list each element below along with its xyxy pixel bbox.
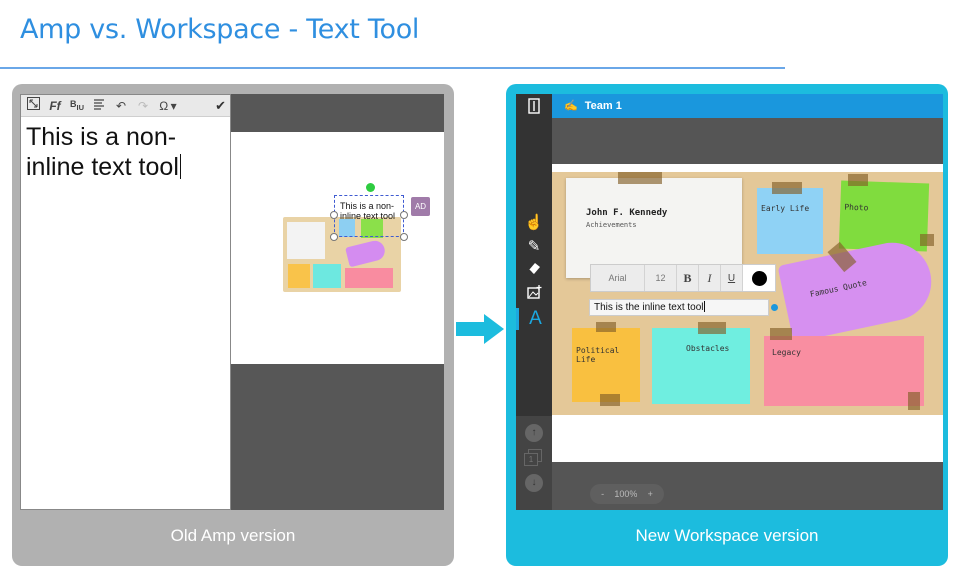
zoom-in-button[interactable]: + bbox=[648, 489, 653, 499]
rotate-handle[interactable] bbox=[366, 183, 375, 192]
bold-button[interactable]: B bbox=[677, 265, 699, 291]
note-label: Political Life bbox=[576, 346, 620, 364]
tool-sidebar: ☝ ✎ A ↑ 1 ↓ bbox=[516, 94, 552, 510]
mini-note-orange bbox=[288, 264, 310, 288]
old-amp-panel: Ff BIU ↶ ↷ Ω ▾ ✔ This is a non- inline t… bbox=[12, 84, 454, 566]
old-panel-caption: Old Amp version bbox=[170, 526, 296, 545]
text-tool-icon[interactable]: A bbox=[516, 308, 552, 330]
tape-strip bbox=[698, 322, 726, 334]
eraser-tool-icon[interactable] bbox=[516, 260, 552, 282]
mini-note-pink bbox=[345, 268, 393, 288]
inline-text-handle[interactable] bbox=[771, 304, 778, 311]
text-format-bar: Arial 12 B I U bbox=[590, 264, 776, 292]
font-icon[interactable]: Ff bbox=[47, 98, 63, 114]
text-color-picker[interactable] bbox=[743, 265, 775, 291]
pointer-tool-icon[interactable]: ☝ bbox=[516, 212, 552, 234]
tape-strip bbox=[618, 172, 662, 184]
workspace-canvas[interactable]: John F. Kennedy Achievements Early Life … bbox=[552, 164, 943, 462]
check-icon[interactable]: ✔ bbox=[215, 98, 226, 114]
exit-icon[interactable] bbox=[516, 98, 552, 121]
layer-up-icon[interactable]: ↑ bbox=[525, 424, 543, 442]
note-label: Photo bbox=[844, 202, 869, 213]
title-divider bbox=[0, 67, 785, 69]
text-caret bbox=[179, 154, 181, 179]
redo-icon[interactable]: ↷ bbox=[135, 98, 151, 114]
note-legacy: Legacy bbox=[764, 336, 924, 406]
tape-strip bbox=[596, 322, 616, 332]
page-title: Amp vs. Workspace - Text Tool bbox=[20, 14, 420, 45]
mini-paper-note bbox=[287, 222, 325, 259]
tape-strip bbox=[600, 394, 620, 406]
zoom-out-button[interactable]: - bbox=[601, 489, 604, 499]
underline-button[interactable]: U bbox=[721, 265, 743, 291]
note-label: Early Life bbox=[761, 204, 810, 213]
fit-icon[interactable] bbox=[25, 97, 41, 114]
zoom-level: 100% bbox=[614, 489, 638, 499]
style-icon[interactable]: BIU bbox=[69, 96, 85, 116]
align-icon[interactable] bbox=[91, 98, 107, 114]
edit-icon[interactable]: ✍ bbox=[564, 100, 578, 112]
editor-text-line: This is a non- bbox=[26, 123, 177, 151]
mini-note-cyan bbox=[313, 264, 341, 288]
editor-text-line-content: inline text tool bbox=[26, 153, 179, 181]
old-canvas[interactable]: This is a non-inline text tool AD bbox=[231, 132, 444, 364]
font-size-select[interactable]: 12 bbox=[645, 265, 677, 291]
selected-text: This is a non-inline text tool bbox=[340, 201, 396, 221]
workspace-screen: ☝ ✎ A ↑ 1 ↓ ✍ Team 1 John F. Kennedy Ach… bbox=[516, 94, 943, 510]
resize-handle[interactable] bbox=[330, 233, 338, 241]
editor-text-line: inline text tool bbox=[26, 152, 225, 182]
page: Amp vs. Workspace - Text Tool Ff BIU ↶ ↷… bbox=[0, 0, 960, 580]
editor-toolbar: Ff BIU ↶ ↷ Ω ▾ ✔ bbox=[21, 95, 230, 117]
team-title: Team 1 bbox=[584, 100, 622, 112]
note-label: Famous Quote bbox=[809, 278, 868, 299]
new-workspace-panel: ☝ ✎ A ↑ 1 ↓ ✍ Team 1 John F. Kennedy Ach… bbox=[506, 84, 948, 566]
tape-strip bbox=[770, 328, 792, 340]
undo-icon[interactable]: ↶ bbox=[113, 98, 129, 114]
italic-button[interactable]: I bbox=[699, 265, 721, 291]
tape-strip bbox=[908, 392, 920, 410]
mini-tag-purple bbox=[345, 238, 387, 268]
layer-controls: ↑ 1 ↓ bbox=[516, 416, 552, 510]
tape-strip bbox=[920, 234, 934, 246]
avatar[interactable]: AD bbox=[411, 197, 430, 216]
old-amp-screen: Ff BIU ↶ ↷ Ω ▾ ✔ This is a non- inline t… bbox=[20, 94, 444, 510]
note-label: Obstacles bbox=[686, 344, 730, 353]
inline-text-value: This is the inline text tool bbox=[594, 302, 704, 313]
paper-subtitle: Achievements bbox=[586, 221, 637, 229]
workspace-header: ✍ Team 1 bbox=[552, 94, 943, 118]
paper-title: John F. Kennedy bbox=[586, 208, 668, 218]
text-caret bbox=[703, 301, 705, 312]
editor-text-area[interactable]: This is a non- inline text tool bbox=[21, 117, 230, 187]
zoom-control: - 100% + bbox=[590, 484, 664, 504]
corkboard: John F. Kennedy Achievements Early Life … bbox=[552, 172, 943, 415]
font-family-select[interactable]: Arial bbox=[591, 265, 645, 291]
arrow-right-icon bbox=[456, 314, 504, 349]
note-obstacles: Obstacles bbox=[652, 328, 750, 404]
new-panel-caption: New Workspace version bbox=[635, 526, 819, 545]
tape-strip bbox=[772, 182, 802, 194]
inline-text-input[interactable]: This is the inline text tool bbox=[589, 299, 769, 316]
tape-strip bbox=[848, 174, 868, 186]
resize-handle[interactable] bbox=[330, 211, 338, 219]
image-tool-icon[interactable] bbox=[516, 284, 552, 306]
resize-handle[interactable] bbox=[400, 233, 408, 241]
color-swatch bbox=[751, 270, 767, 286]
layer-stack-icon[interactable]: 1 bbox=[524, 449, 544, 467]
note-photo: Photo bbox=[838, 180, 930, 252]
note-political-life: Political Life bbox=[572, 328, 640, 402]
note-label: Legacy bbox=[772, 348, 801, 357]
note-early-life: Early Life bbox=[757, 188, 823, 254]
selected-text-box[interactable]: This is a non-inline text tool bbox=[330, 183, 408, 241]
paper-note: John F. Kennedy Achievements bbox=[566, 172, 742, 278]
layer-count: 1 bbox=[524, 453, 538, 466]
pen-tool-icon[interactable]: ✎ bbox=[516, 236, 552, 258]
layer-down-icon[interactable]: ↓ bbox=[525, 474, 543, 492]
text-editor-window: Ff BIU ↶ ↷ Ω ▾ ✔ This is a non- inline t… bbox=[20, 94, 231, 510]
omega-icon[interactable]: Ω ▾ bbox=[157, 98, 179, 114]
